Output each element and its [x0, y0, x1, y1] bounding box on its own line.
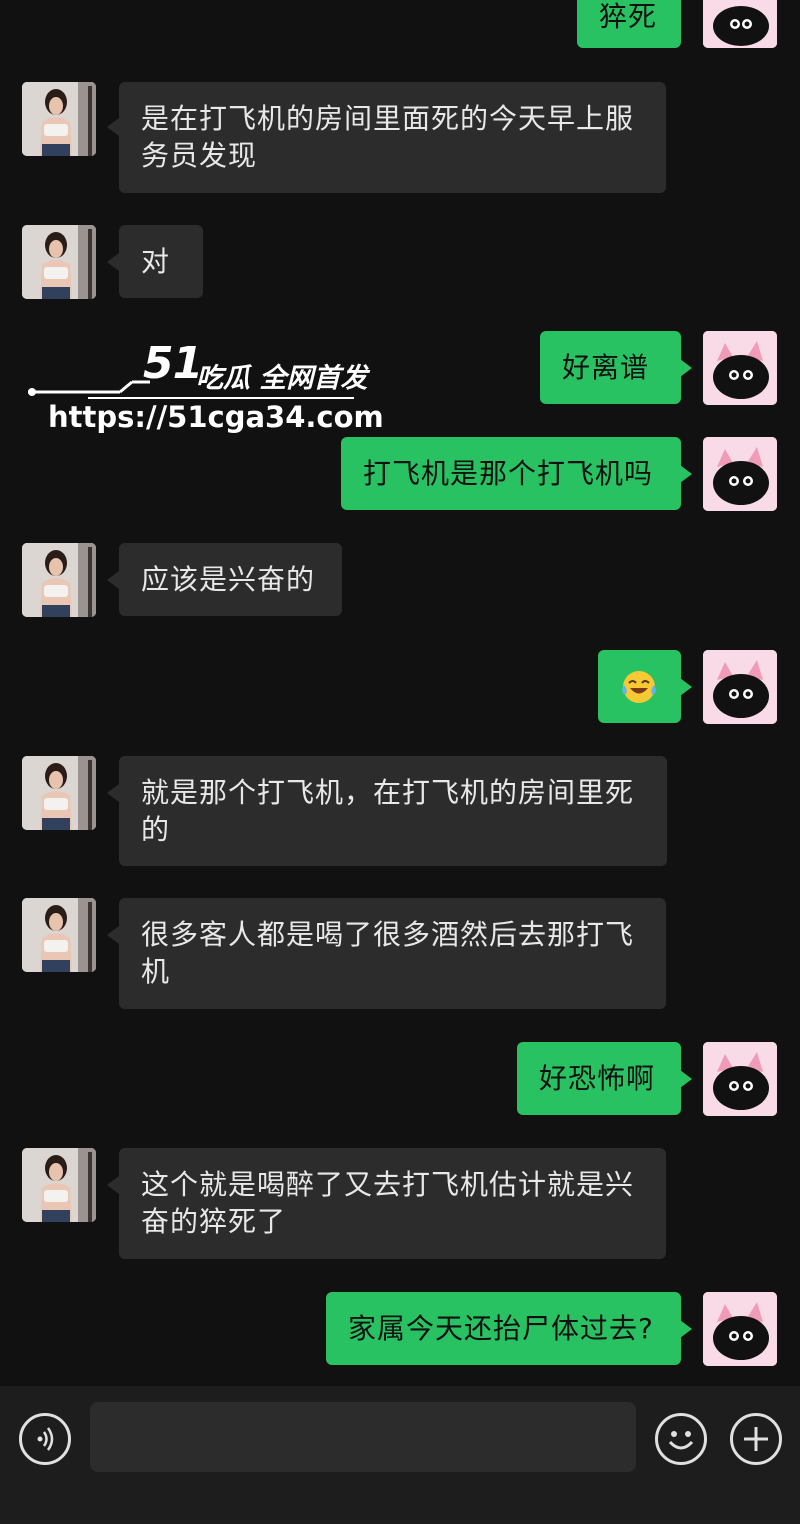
bubble-tail	[107, 118, 119, 136]
bubble-tail	[107, 926, 119, 944]
bubble-tail	[680, 1320, 692, 1338]
message-bubble-incoming[interactable]: 应该是兴奋的	[119, 543, 342, 616]
message-text: 好离谱	[562, 351, 650, 384]
avatar-self[interactable]	[703, 1042, 777, 1116]
pink-cat-avatar-icon	[703, 437, 777, 511]
message-bubble-incoming[interactable]: 就是那个打飞机，在打飞机的房间里死的	[119, 756, 667, 866]
message-bubble-incoming[interactable]: 这个就是喝醉了又去打飞机估计就是兴奋的猝死了	[119, 1148, 666, 1259]
watermark: 51 吃瓜 全网首发 https://51cga34.com	[28, 330, 384, 440]
avatar-contact[interactable]	[22, 225, 96, 299]
watermark-tagline: 吃瓜 全网首发	[196, 363, 368, 394]
voice-icon	[37, 1427, 54, 1451]
avatar-contact[interactable]	[22, 898, 96, 972]
message-bubble-outgoing[interactable]: 打飞机是那个打飞机吗	[341, 437, 681, 510]
message-bubble-outgoing[interactable]: 家属今天还抬尸体过去?	[326, 1292, 681, 1365]
pink-cat-avatar-icon	[703, 650, 777, 724]
message-text: 是在打飞机的房间里面死的今天早上服务员发现	[141, 102, 635, 172]
message-text: 好恐怖啊	[539, 1062, 656, 1095]
watermark-url: https://51cga34.com	[48, 400, 384, 434]
contact-photo-icon	[22, 82, 96, 156]
message-text: 这个就是喝醉了又去打飞机估计就是兴奋的猝死了	[141, 1168, 635, 1238]
avatar-self[interactable]	[703, 0, 777, 48]
message-bubble-outgoing[interactable]: 好恐怖啊	[517, 1042, 681, 1115]
plus-button[interactable]	[730, 1413, 782, 1465]
message-bubble-incoming[interactable]: 对	[119, 225, 203, 298]
pink-cat-avatar-icon	[703, 1292, 777, 1366]
message-bubble-incoming[interactable]: 是在打飞机的房间里面死的今天早上服务员发现	[119, 82, 666, 193]
contact-photo-icon	[22, 1148, 96, 1222]
avatar-self[interactable]	[703, 331, 777, 405]
message-text: 家属今天还抬尸体过去?	[348, 1312, 654, 1345]
pink-cat-avatar-icon	[703, 1042, 777, 1116]
avatar-self[interactable]	[703, 1292, 777, 1366]
avatar-self[interactable]	[703, 437, 777, 511]
pink-cat-avatar-icon	[703, 331, 777, 405]
watermark-logo: 51	[143, 338, 203, 389]
message-text: 对	[141, 245, 171, 278]
bubble-tail	[680, 359, 692, 377]
message-text: 猝死	[599, 0, 658, 33]
message-text: 应该是兴奋的	[141, 563, 316, 596]
message-text: 很多客人都是喝了很多酒然后去那打飞机	[141, 918, 635, 988]
avatar-contact[interactable]	[22, 756, 96, 830]
emoji-icon	[668, 1431, 694, 1450]
contact-photo-icon	[22, 225, 96, 299]
message-bubble-incoming[interactable]: 很多客人都是喝了很多酒然后去那打飞机	[119, 898, 666, 1009]
bubble-tail	[680, 465, 692, 483]
avatar-contact[interactable]	[22, 543, 96, 617]
contact-photo-icon	[22, 756, 96, 830]
bubble-tail	[107, 571, 119, 589]
message-text: 就是那个打飞机，在打飞机的房间里死的	[141, 776, 635, 846]
plus-icon	[744, 1427, 768, 1451]
message-input[interactable]	[90, 1402, 636, 1472]
avatar-contact[interactable]	[22, 82, 96, 156]
avatar-self[interactable]	[703, 650, 777, 724]
message-text: 打飞机是那个打飞机吗	[363, 457, 654, 490]
laughing-crying-emoji-icon	[622, 671, 656, 703]
chat-screen: 猝死 是在打飞机的房间里面死的今天早上服务员发现 对 51 吃瓜 全网首发 ht…	[0, 0, 800, 1524]
avatar-contact[interactable]	[22, 1148, 96, 1222]
message-bubble-outgoing[interactable]: 猝死	[577, 0, 681, 48]
contact-photo-icon	[22, 898, 96, 972]
emoji-button[interactable]	[655, 1413, 707, 1465]
bubble-tail	[680, 678, 692, 696]
bubble-tail	[107, 253, 119, 271]
message-bubble-outgoing[interactable]	[598, 650, 681, 723]
chat-input-bar	[0, 1386, 800, 1524]
bubble-tail	[680, 1070, 692, 1088]
contact-photo-icon	[22, 543, 96, 617]
pink-cat-avatar-icon	[703, 0, 777, 48]
voice-button[interactable]	[19, 1413, 71, 1465]
bubble-tail	[107, 1176, 119, 1194]
bubble-tail	[107, 784, 119, 802]
message-bubble-outgoing[interactable]: 好离谱	[540, 331, 681, 404]
